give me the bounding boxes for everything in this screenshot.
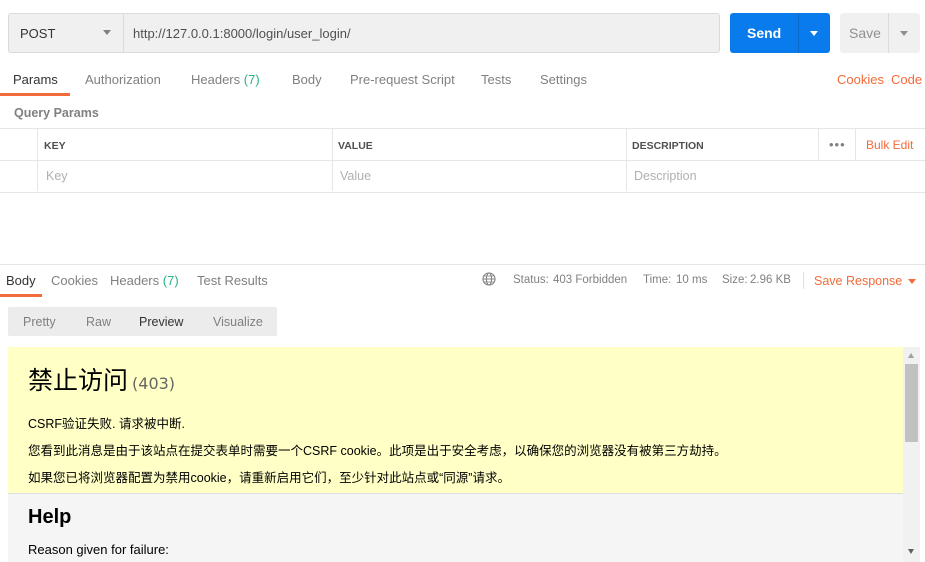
send-button[interactable]: Send (730, 13, 830, 53)
time-value[interactable]: 10 ms (676, 274, 707, 286)
error-code: (403) (132, 374, 176, 393)
url-input[interactable] (133, 25, 693, 41)
response-tab-headers[interactable]: Headers (7) (110, 273, 179, 288)
globe-icon[interactable] (482, 272, 496, 286)
tab-headers[interactable]: Headers (7) (191, 72, 260, 94)
divider (798, 13, 799, 53)
active-tab-indicator (0, 93, 70, 96)
response-headers-count-badge: (7) (162, 273, 179, 288)
error-line-3: 如果您已将浏览器配置为禁用cookie，请重新启用它们，至少针对此站点或“同源”… (28, 471, 510, 485)
scroll-down-arrow-icon[interactable] (908, 549, 914, 554)
response-divider (0, 264, 925, 265)
row-divider (0, 160, 925, 161)
tab-settings[interactable]: Settings (540, 72, 587, 94)
method-label: POST (20, 25, 56, 41)
tab-params[interactable]: Params (13, 72, 58, 94)
format-preview[interactable]: Preview (139, 315, 183, 329)
scroll-up-arrow-icon[interactable] (908, 353, 914, 358)
help-heading: Help (28, 506, 72, 528)
divider (803, 272, 804, 289)
more-options-icon[interactable]: ••• (829, 137, 846, 152)
response-tab-body[interactable]: Body (6, 273, 36, 288)
send-options-chevron-icon[interactable] (810, 31, 818, 36)
format-visualize[interactable]: Visualize (213, 315, 263, 329)
status-value[interactable]: 403 Forbidden (553, 274, 627, 286)
column-divider (855, 129, 856, 160)
scrollbar-thumb[interactable] (905, 364, 918, 442)
response-tab-cookies[interactable]: Cookies (51, 273, 98, 288)
error-summary-box: 禁止访问 (403) CSRF验证失败. 请求被中断. 您看到此消息是由于该站点在… (8, 347, 903, 494)
save-options-chevron-icon[interactable] (900, 31, 908, 36)
response-tab-test-results[interactable]: Test Results (197, 273, 268, 288)
status-label: Status: (513, 274, 549, 286)
send-label: Send (747, 25, 782, 41)
format-pretty[interactable]: Pretty (23, 315, 56, 329)
headers-count-badge: (7) (243, 72, 260, 87)
column-divider (818, 129, 819, 160)
tab-headers-label: Headers (191, 72, 241, 87)
active-response-tab-indicator (0, 294, 42, 297)
response-preview: 禁止访问 (403) CSRF验证失败. 请求被中断. 您看到此消息是由于该站点在… (8, 347, 903, 562)
tab-tests[interactable]: Tests (481, 72, 511, 94)
time-label: Time: (643, 274, 672, 286)
tab-pre-request-script[interactable]: Pre-request Script (350, 72, 455, 94)
tab-authorization[interactable]: Authorization (85, 72, 161, 94)
divider (888, 13, 889, 53)
size-value[interactable]: 2.96 KB (750, 274, 791, 286)
key-input[interactable]: Key (46, 169, 68, 183)
code-link[interactable]: Code (891, 72, 922, 87)
error-title: 禁止访问 (28, 366, 129, 395)
query-params-title: Query Params (14, 106, 99, 120)
params-table: KEY VALUE DESCRIPTION ••• Bulk Edit Key … (0, 128, 925, 193)
error-line-1: CSRF验证失败. 请求被中断. (28, 417, 185, 431)
tab-body[interactable]: Body (292, 72, 322, 94)
response-tab-headers-label: Headers (110, 273, 160, 288)
value-header: VALUE (338, 140, 373, 152)
key-header: KEY (44, 140, 66, 152)
preview-scrollbar[interactable] (903, 347, 920, 562)
chevron-down-icon[interactable] (908, 279, 916, 284)
description-header: DESCRIPTION (632, 140, 704, 152)
error-heading: 禁止访问 (403) (28, 361, 175, 397)
cookies-link[interactable]: Cookies (837, 72, 884, 87)
error-line-2: 您看到此消息是由于该站点在提交表单时需要一个CSRF cookie。此项是出于安… (28, 444, 727, 458)
chevron-down-icon (103, 30, 111, 35)
description-input[interactable]: Description (634, 169, 697, 183)
url-field[interactable] (123, 13, 720, 53)
bulk-edit-link[interactable]: Bulk Edit (866, 138, 913, 152)
method-select[interactable]: POST (8, 13, 123, 53)
failure-reason-label: Reason given for failure: (28, 542, 169, 557)
format-raw[interactable]: Raw (86, 315, 111, 329)
value-input[interactable]: Value (340, 169, 371, 183)
format-selector: Pretty Raw Preview Visualize (8, 307, 277, 336)
size-label: Size: (722, 274, 748, 286)
save-label: Save (849, 25, 881, 41)
save-button[interactable]: Save (840, 13, 920, 53)
save-response-button[interactable]: Save Response (814, 274, 902, 288)
